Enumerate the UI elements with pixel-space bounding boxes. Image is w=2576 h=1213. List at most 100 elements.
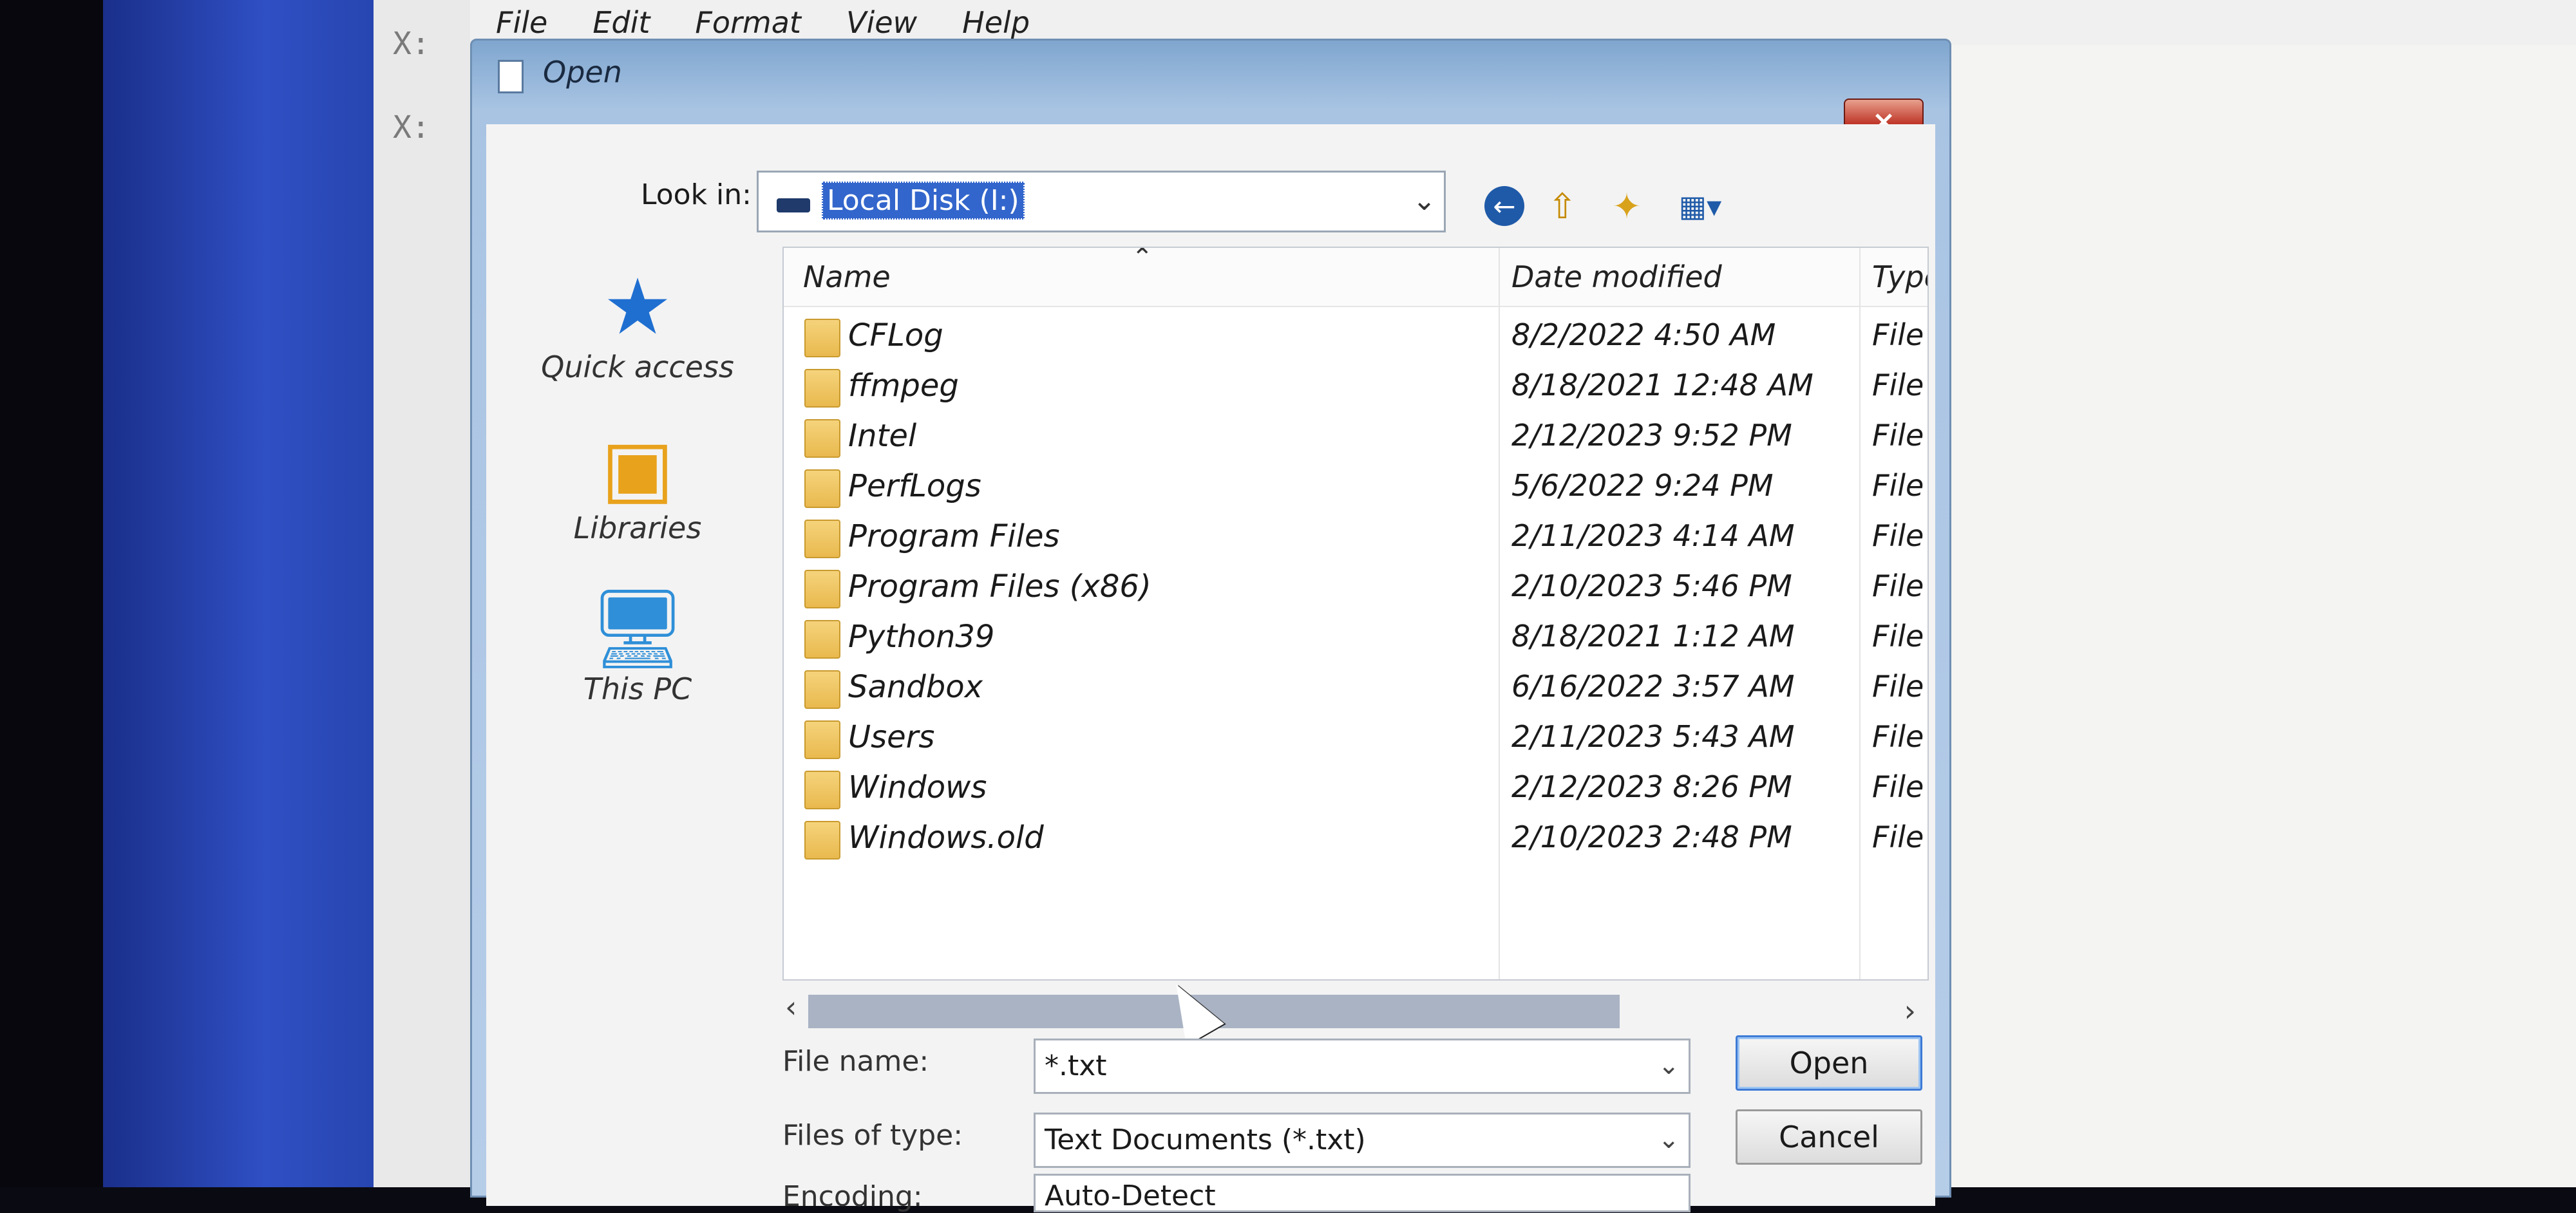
place-label: This PC — [583, 672, 692, 706]
file-row[interactable]: ffmpeg 8/18/2021 12:48 AM File fc — [784, 362, 1927, 413]
file-date-modified: 2/11/2023 5:43 AM — [1511, 719, 1795, 754]
background-window-gutter — [374, 0, 471, 1187]
dialog-title: Open — [543, 55, 622, 89]
look-in-label: Look in: — [641, 178, 752, 211]
new-folder-icon[interactable]: ✦ — [1607, 186, 1647, 227]
column-header-type[interactable]: Type — [1872, 259, 1927, 294]
star-icon: ★ — [603, 263, 672, 352]
file-name: Program Files — [848, 518, 1060, 554]
file-row[interactable]: Intel 2/12/2023 9:52 PM File fc — [784, 413, 1927, 463]
file-name: Sandbox — [848, 669, 983, 705]
file-list-header: Name ⌃ Date modified Type — [784, 248, 1927, 979]
file-row[interactable]: Python39 8/18/2021 1:12 AM File fc — [784, 614, 1927, 664]
file-row[interactable]: Program Files (x86) 2/10/2023 5:46 PM File… — [784, 563, 1927, 614]
file-type: File fc — [1872, 719, 1927, 754]
file-type: File fc — [1872, 619, 1927, 654]
monitor-bezel — [0, 0, 103, 1187]
background-marker: X: — [393, 109, 430, 146]
file-type: File fc — [1872, 569, 1927, 603]
file-type: File fc — [1872, 769, 1927, 804]
file-type: File fc — [1872, 317, 1927, 352]
file-date-modified: 2/12/2023 8:26 PM — [1511, 769, 1792, 804]
file-name: Program Files (x86) — [848, 569, 1151, 605]
file-name-value: *.txt — [1045, 1049, 1107, 1082]
column-header-date[interactable]: Date modified — [1511, 259, 1722, 294]
file-name: Python39 — [848, 619, 995, 655]
file-date-modified: 5/6/2022 9:24 PM — [1511, 468, 1774, 503]
file-date-modified: 8/18/2021 12:48 AM — [1511, 368, 1814, 402]
menu-help[interactable]: Help — [962, 5, 1030, 40]
folder-icon — [804, 821, 840, 860]
file-name: CFLog — [848, 317, 943, 353]
folder-icon — [804, 771, 840, 809]
view-menu-icon[interactable]: ▦▾ — [1665, 186, 1736, 226]
up-folder-icon[interactable]: ⇧ — [1542, 186, 1582, 227]
folder-icon — [804, 319, 840, 357]
scroll-right-icon[interactable]: › — [1904, 993, 1916, 1028]
back-icon[interactable]: ← — [1484, 186, 1524, 226]
file-name: Windows — [848, 769, 987, 805]
file-row[interactable]: Windows.old 2/10/2023 2:48 PM File fc — [784, 814, 1927, 865]
file-date-modified: 2/10/2023 2:48 PM — [1511, 820, 1792, 854]
menu-format[interactable]: Format — [695, 5, 801, 40]
background-marker: X: — [393, 26, 430, 62]
encoding-select[interactable]: Auto-Detect — [1034, 1174, 1690, 1212]
scroll-left-icon[interactable]: ‹ — [785, 990, 797, 1024]
file-type-select[interactable]: Text Documents (*.txt) ⌄ — [1034, 1113, 1690, 1168]
place-this-pc[interactable]: 🖥 This PC — [499, 585, 776, 707]
file-row[interactable]: Program Files 2/11/2023 4:14 AM File fc — [784, 513, 1927, 563]
folder-icon — [804, 520, 840, 558]
folder-icon — [804, 419, 840, 458]
file-date-modified: 2/12/2023 9:52 PM — [1511, 418, 1792, 453]
file-type: File fc — [1872, 820, 1927, 854]
file-row[interactable]: CFLog 8/2/2022 4:50 AM File fc — [784, 312, 1927, 362]
computer-icon: 🖥 — [588, 585, 687, 674]
dialog-client-area: Look in: Local Disk (I:) ⌄ ← ⇧ ✦ ▦▾ ★ Qu… — [486, 124, 1935, 1213]
horizontal-scrollbar[interactable]: ‹ › — [782, 987, 1929, 1032]
file-name: Users — [848, 719, 935, 755]
file-date-modified: 6/16/2022 3:57 AM — [1511, 669, 1795, 704]
menu-file[interactable]: File — [496, 5, 547, 40]
menu-view[interactable]: View — [846, 5, 917, 40]
folder-icon — [804, 670, 840, 709]
file-row[interactable]: PerfLogs 5/6/2022 9:24 PM File fc — [784, 463, 1927, 513]
folder-icon — [804, 720, 840, 759]
file-date-modified: 8/18/2021 1:12 AM — [1511, 619, 1795, 654]
folder-icon — [804, 620, 840, 659]
file-type: File fc — [1872, 669, 1927, 704]
mouse-cursor-icon — [1157, 973, 1224, 1046]
folder-icon — [804, 570, 840, 608]
chevron-down-icon[interactable]: ⌄ — [1658, 1051, 1680, 1080]
file-date-modified: 2/11/2023 4:14 AM — [1511, 518, 1795, 553]
look-in-dropdown[interactable]: Local Disk (I:) ⌄ — [757, 171, 1446, 232]
place-libraries[interactable]: ▣ Libraries — [499, 424, 776, 546]
encoding-value: Auto-Detect — [1045, 1180, 1216, 1212]
file-row[interactable]: Windows 2/12/2023 8:26 PM File fc — [784, 764, 1927, 814]
file-type: File fc — [1872, 468, 1927, 503]
file-row[interactable]: Sandbox 6/16/2022 3:57 AM File fc — [784, 664, 1927, 714]
column-header-name[interactable]: Name — [803, 259, 891, 294]
file-type: File fc — [1872, 368, 1927, 402]
file-date-modified: 8/2/2022 4:50 AM — [1511, 317, 1776, 352]
open-button[interactable]: Open — [1736, 1035, 1922, 1091]
chevron-down-icon[interactable]: ⌄ — [1658, 1125, 1680, 1154]
place-label: Quick access — [541, 350, 734, 384]
drive-icon — [777, 198, 810, 212]
chevron-down-icon[interactable]: ⌄ — [1412, 184, 1436, 217]
file-name: ffmpeg — [848, 368, 959, 404]
folder-icon — [804, 369, 840, 408]
file-name-field[interactable]: *.txt ⌄ — [1034, 1039, 1690, 1094]
place-label: Libraries — [573, 511, 702, 545]
file-date-modified: 2/10/2023 5:46 PM — [1511, 569, 1792, 603]
libraries-icon: ▣ — [601, 424, 674, 513]
folder-icon — [804, 469, 840, 508]
file-row[interactable]: Users 2/11/2023 5:43 AM File fc — [784, 714, 1927, 764]
menu-edit[interactable]: Edit — [592, 5, 650, 40]
file-list[interactable]: Name ⌃ Date modified Type CFLog 8/2/2022 … — [782, 247, 1929, 981]
dialog-titlebar[interactable]: Open × — [472, 41, 1949, 144]
file-type: File fc — [1872, 418, 1927, 453]
desktop-background — [103, 0, 374, 1187]
file-name: Windows.old — [848, 820, 1044, 856]
cancel-button[interactable]: Cancel — [1736, 1109, 1922, 1165]
place-quick-access[interactable]: ★ Quick access — [499, 263, 776, 385]
